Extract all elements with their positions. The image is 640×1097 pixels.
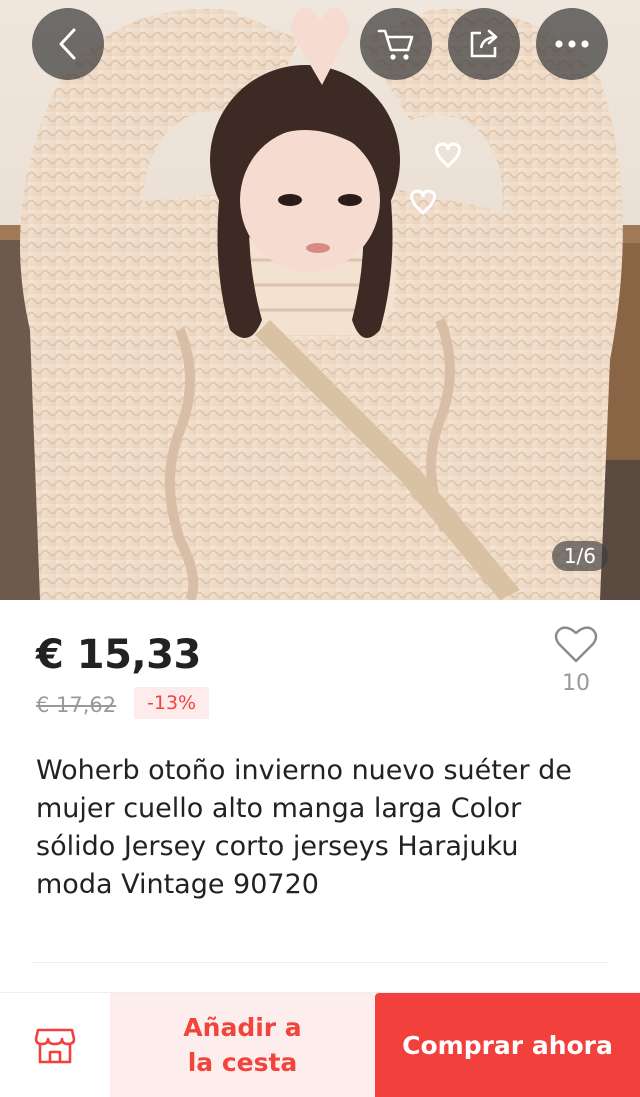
product-photo[interactable]: 1/6 bbox=[0, 0, 640, 600]
product-photo-illustration bbox=[0, 0, 640, 600]
buy-now-button[interactable]: Comprar ahora bbox=[375, 993, 640, 1097]
heart-icon bbox=[554, 626, 598, 663]
chevron-left-icon bbox=[59, 28, 76, 60]
store-icon bbox=[34, 1028, 76, 1064]
image-counter: 1/6 bbox=[551, 541, 608, 571]
share-button[interactable] bbox=[448, 8, 520, 80]
cart-button[interactable] bbox=[360, 8, 432, 80]
add-to-cart-button[interactable]: Añadir a la cesta bbox=[110, 993, 375, 1097]
product-price: € 15,33 bbox=[36, 632, 201, 678]
wishlist-button[interactable]: 10 bbox=[548, 624, 604, 696]
share-icon bbox=[470, 29, 498, 58]
original-price: € 17,62 bbox=[36, 693, 117, 717]
add-to-cart-label: Añadir a la cesta bbox=[183, 1013, 302, 1077]
divider bbox=[32, 962, 608, 963]
store-button[interactable] bbox=[0, 993, 110, 1097]
buy-now-label: Comprar ahora bbox=[402, 1030, 613, 1060]
more-icon bbox=[555, 40, 589, 48]
product-title: Woherb otoño invierno nuevo suéter de mu… bbox=[36, 755, 572, 900]
cart-icon bbox=[377, 29, 414, 60]
bottom-action-bar: Añadir a la cesta Comprar ahora bbox=[0, 992, 640, 1097]
back-button[interactable] bbox=[32, 8, 104, 80]
more-button[interactable] bbox=[536, 8, 608, 80]
wishlist-count: 10 bbox=[562, 671, 590, 696]
discount-badge: -13% bbox=[134, 687, 210, 719]
